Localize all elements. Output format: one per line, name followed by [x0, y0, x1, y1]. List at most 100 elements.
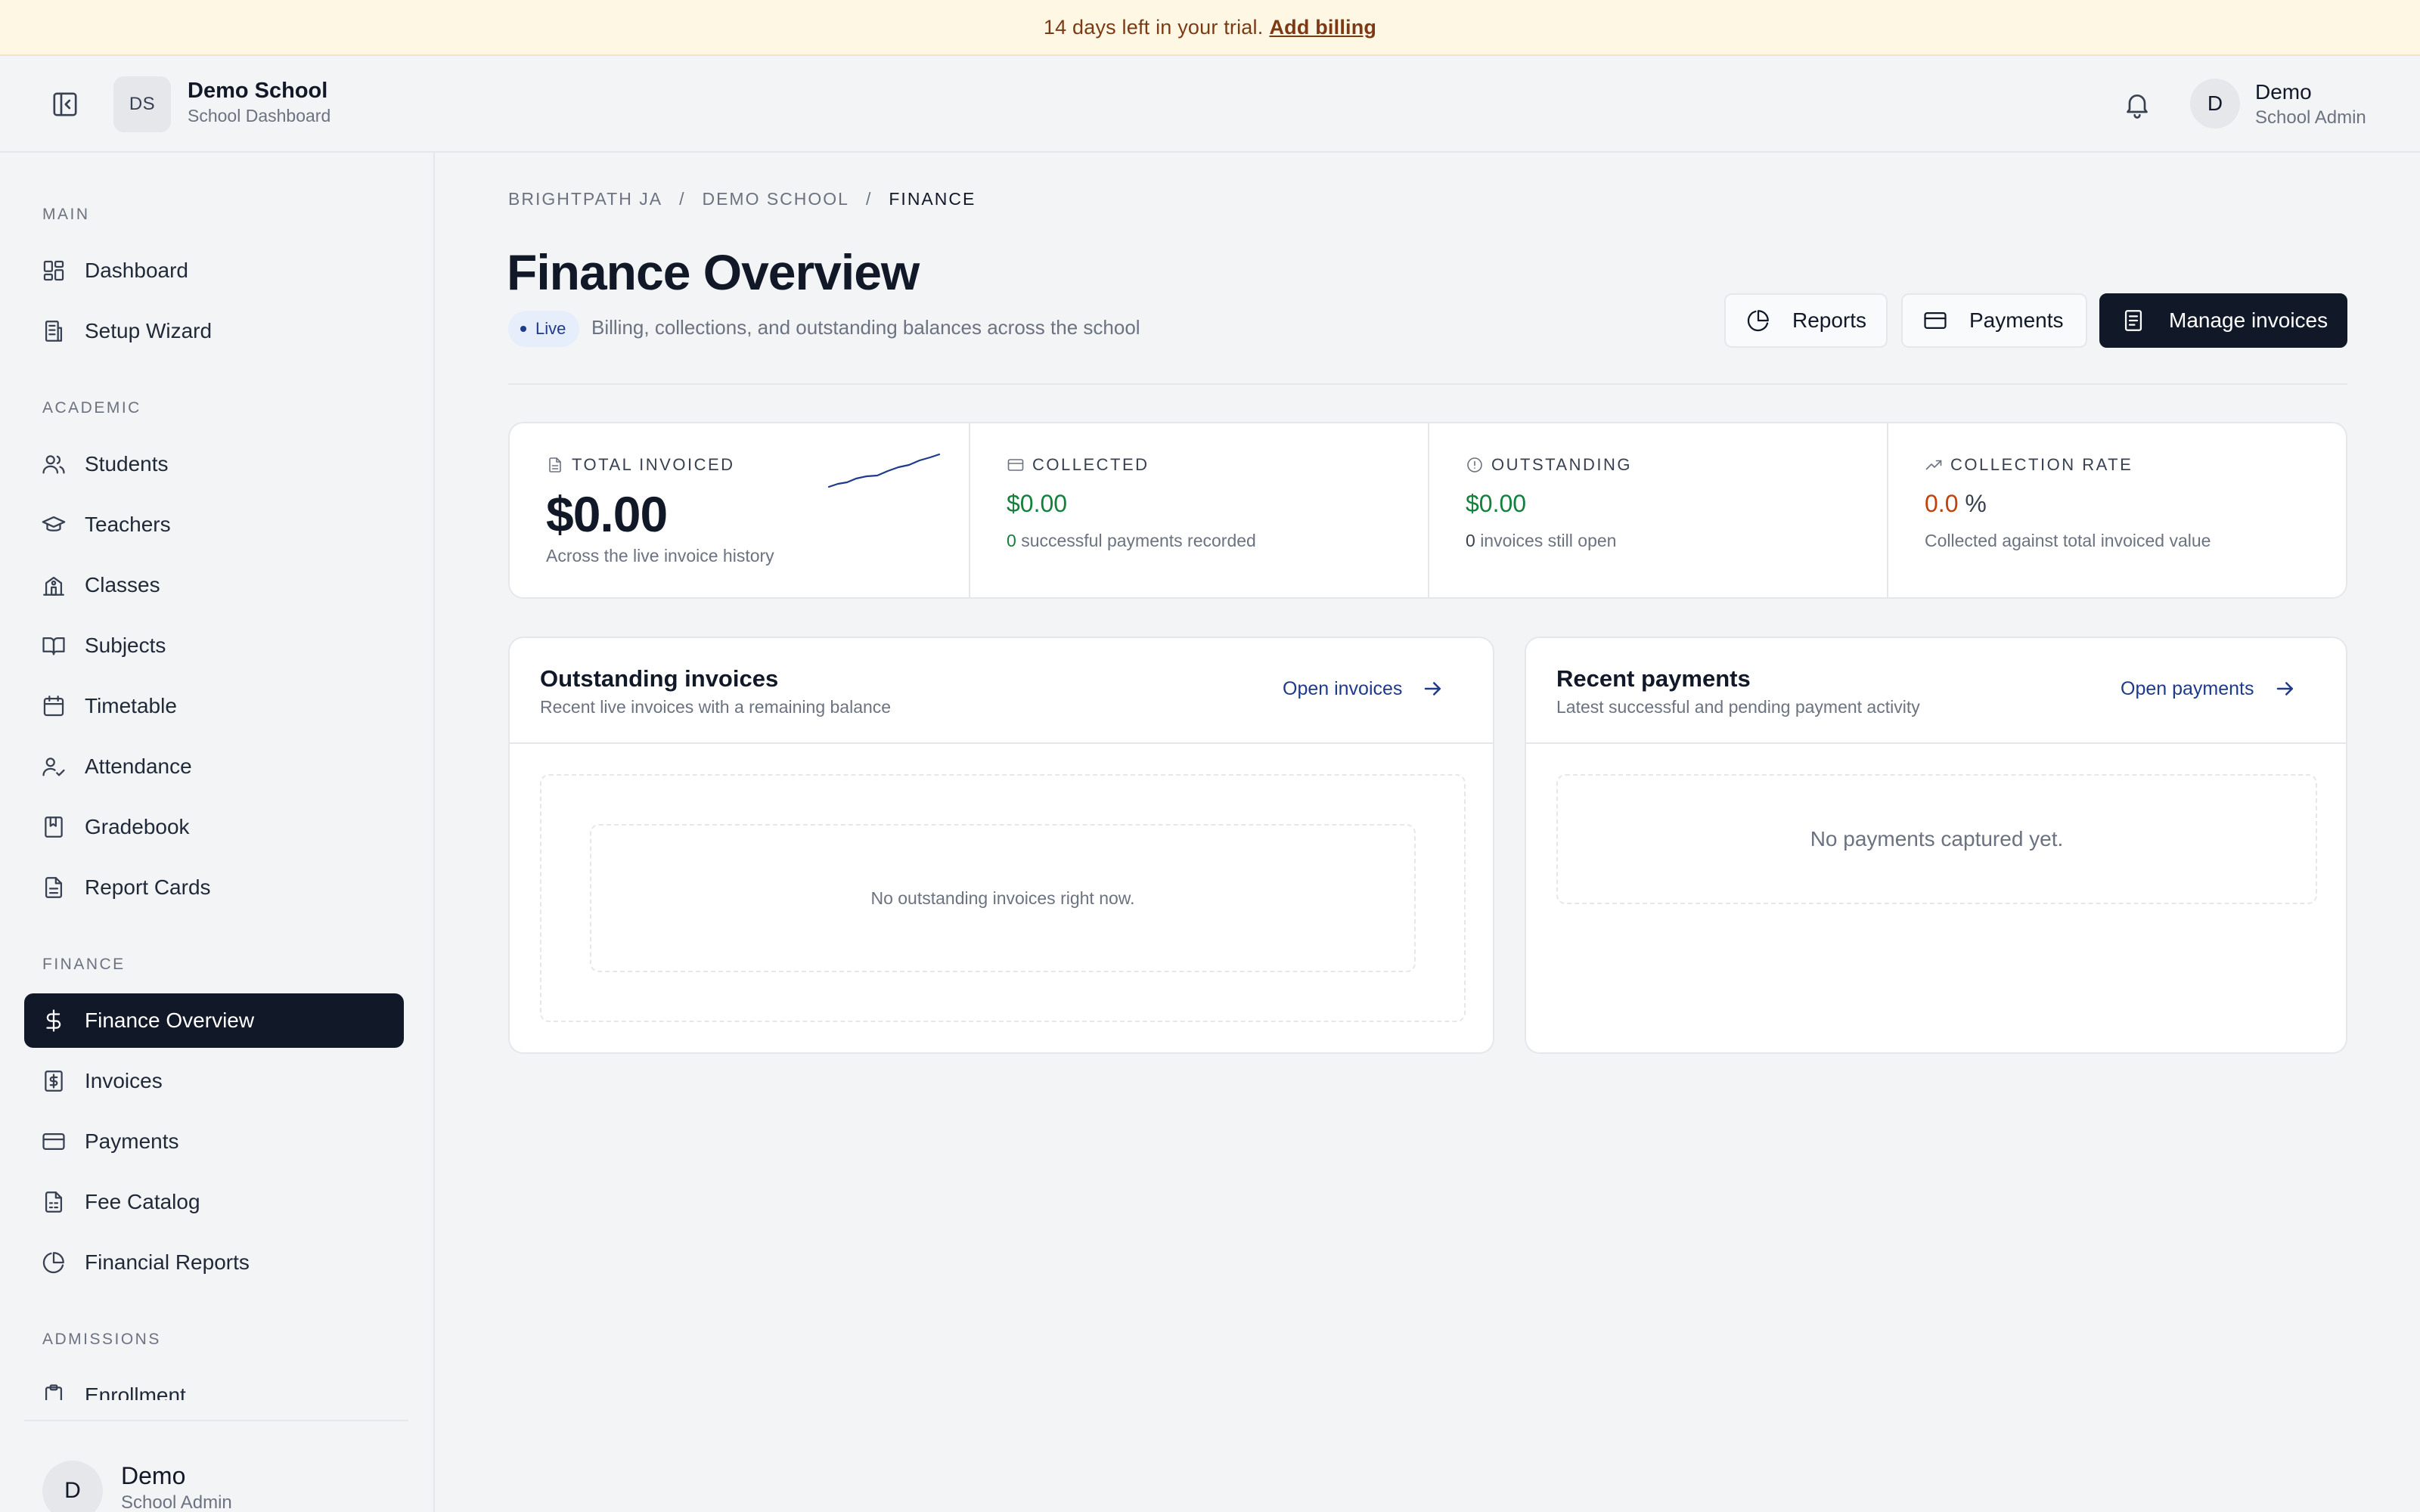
- user-role: School Admin: [2255, 107, 2366, 128]
- sidebar-nav[interactable]: Main Dashboard Setup Wizard Academic Stu…: [0, 153, 433, 1400]
- page-title: Finance Overview: [507, 244, 920, 300]
- breadcrumb-item[interactable]: BRIGHTPATH JA: [508, 189, 662, 209]
- sidebar-item-label: Payments: [85, 1129, 179, 1153]
- stat-value: $0.00: [1007, 490, 1068, 517]
- school-name: Demo School: [188, 79, 328, 103]
- status-badge: Live: [508, 311, 580, 347]
- sidebar-item-label: Invoices: [85, 1069, 163, 1092]
- open-invoices-link[interactable]: Open invoices: [1283, 677, 1444, 700]
- trial-banner: 14 days left in your trial. Add billing: [0, 0, 2420, 56]
- sidebar-item-label: Attendance: [85, 754, 192, 778]
- dashboard-icon: [41, 258, 67, 284]
- credit-card-icon: [1922, 308, 1948, 333]
- stat-description: Collected against total invoiced value: [1925, 531, 2211, 550]
- breadcrumb: BRIGHTPATH JA / DEMO SCHOOL / FINANCE: [508, 189, 976, 209]
- sidebar-item-classes[interactable]: Classes: [24, 558, 404, 612]
- stat-collected: COLLECTED $0.00 0 successful payments re…: [969, 423, 1428, 597]
- manage-invoices-button[interactable]: Manage invoices: [2099, 293, 2347, 348]
- sidebar-item-subjects[interactable]: Subjects: [24, 618, 404, 673]
- sidebar-item-gradebook[interactable]: Gradebook: [24, 800, 404, 854]
- credit-card-icon: [41, 1129, 67, 1154]
- sidebar-item-fee-catalog[interactable]: Fee Catalog: [24, 1175, 404, 1229]
- stat-label-text: TOTAL INVOICED: [572, 455, 735, 474]
- open-invoices-label: Open invoices: [1283, 677, 1403, 699]
- sidebar-item-label: Students: [85, 452, 169, 476]
- sidebar-item-payments[interactable]: Payments: [24, 1114, 404, 1169]
- stat-label-text: COLLECTION RATE: [1950, 455, 2133, 474]
- file-icon: [546, 456, 564, 474]
- receipt-icon: [41, 1068, 67, 1094]
- bell-icon[interactable]: [2122, 89, 2152, 119]
- stat-count: 0: [1466, 531, 1475, 550]
- user-name[interactable]: Demo: [2255, 80, 2312, 104]
- sidebar-item-label: Dashboard: [85, 259, 188, 282]
- sidebar-item-label: Report Cards: [85, 875, 211, 899]
- card-title: Recent payments: [1556, 665, 1751, 692]
- breadcrumb-item[interactable]: DEMO SCHOOL: [702, 189, 849, 209]
- status-badge-label: Live: [535, 319, 566, 338]
- manage-invoices-button-label: Manage invoices: [2169, 308, 2328, 332]
- section-label-admissions: Admissions: [42, 1331, 161, 1348]
- file-text-icon: [2121, 308, 2146, 333]
- stat-count-text: successful payments recorded: [1021, 531, 1256, 550]
- sidebar-item-label: Teachers: [85, 513, 171, 536]
- sidebar-toggle-icon[interactable]: [50, 89, 80, 119]
- sidebar-item-label: Enrollment: [85, 1383, 186, 1400]
- sidebar-item-enrollment[interactable]: Enrollment: [24, 1368, 404, 1400]
- sidebar-item-report-cards[interactable]: Report Cards: [24, 860, 404, 915]
- card-header: Recent payments Latest successful and pe…: [1526, 638, 2346, 744]
- sidebar: Main Dashboard Setup Wizard Academic Stu…: [0, 153, 435, 1512]
- sidebar-item-label: Timetable: [85, 694, 177, 717]
- sidebar-item-teachers[interactable]: Teachers: [24, 497, 404, 552]
- empty-state-outer: No outstanding invoices right now.: [540, 774, 1466, 1022]
- file-text-icon: [41, 875, 67, 900]
- payments-button[interactable]: Payments: [1901, 293, 2087, 348]
- sidebar-item-invoices[interactable]: Invoices: [24, 1054, 404, 1108]
- book-open-icon: [41, 633, 67, 658]
- sidebar-item-attendance[interactable]: Attendance: [24, 739, 404, 794]
- stat-value: 0.0 %: [1925, 490, 1987, 518]
- reports-button[interactable]: Reports: [1724, 293, 1888, 348]
- card-header: Outstanding invoices Recent live invoice…: [510, 638, 1493, 744]
- sidebar-item-label: Finance Overview: [85, 1009, 255, 1032]
- add-billing-link[interactable]: Add billing: [1269, 16, 1376, 39]
- user-check-icon: [41, 754, 67, 779]
- open-payments-link[interactable]: Open payments: [2121, 677, 2297, 700]
- sidebar-user-avatar[interactable]: D: [42, 1461, 103, 1512]
- sidebar-user-name[interactable]: Demo: [121, 1462, 185, 1490]
- stat-total-invoiced: TOTAL INVOICED $0.00 Across the live inv…: [510, 423, 969, 597]
- empty-state: No outstanding invoices right now.: [590, 824, 1416, 972]
- stat-label-text: COLLECTED: [1032, 455, 1150, 474]
- sparkline: [827, 451, 941, 488]
- card-subtitle: Recent live invoices with a remaining ba…: [540, 697, 892, 717]
- sidebar-item-students[interactable]: Students: [24, 437, 404, 491]
- card-title: Outstanding invoices: [540, 665, 779, 692]
- file-spreadsheet-icon: [41, 1189, 67, 1215]
- sidebar-item-label: Gradebook: [85, 815, 190, 838]
- sidebar-item-financial-reports[interactable]: Financial Reports: [24, 1235, 404, 1290]
- sidebar-item-finance-overview[interactable]: Finance Overview: [24, 993, 404, 1048]
- open-payments-label: Open payments: [2121, 677, 2254, 699]
- empty-state: No payments captured yet.: [1556, 774, 2317, 904]
- section-label-finance: Finance: [42, 956, 126, 973]
- alert-circle-icon: [1466, 456, 1484, 474]
- sidebar-item-dashboard[interactable]: Dashboard: [24, 243, 404, 298]
- header-divider: [508, 383, 2347, 385]
- collection-rate-unit: %: [1965, 490, 1987, 517]
- user-avatar[interactable]: D: [2190, 79, 2240, 129]
- stat-count: 0: [1007, 531, 1016, 550]
- sidebar-item-timetable[interactable]: Timetable: [24, 679, 404, 733]
- school-avatar: DS: [113, 76, 171, 132]
- sidebar-item-label: Fee Catalog: [85, 1190, 200, 1213]
- pie-chart-icon: [1745, 308, 1771, 333]
- empty-state-message: No payments captured yet.: [1810, 827, 2064, 850]
- collection-rate-value: 0.0: [1925, 490, 1959, 517]
- calendar-icon: [41, 693, 67, 719]
- stat-label-text: OUTSTANDING: [1491, 455, 1632, 474]
- top-header: DS Demo School School Dashboard D Demo S…: [0, 56, 2420, 153]
- sidebar-item-setup-wizard[interactable]: Setup Wizard: [24, 304, 404, 358]
- status-dot: [520, 326, 526, 332]
- stat-collection-rate: COLLECTION RATE 0.0 % Collected against …: [1887, 423, 2346, 597]
- arrow-right-icon: [1422, 677, 1444, 700]
- breadcrumb-separator: /: [865, 189, 873, 209]
